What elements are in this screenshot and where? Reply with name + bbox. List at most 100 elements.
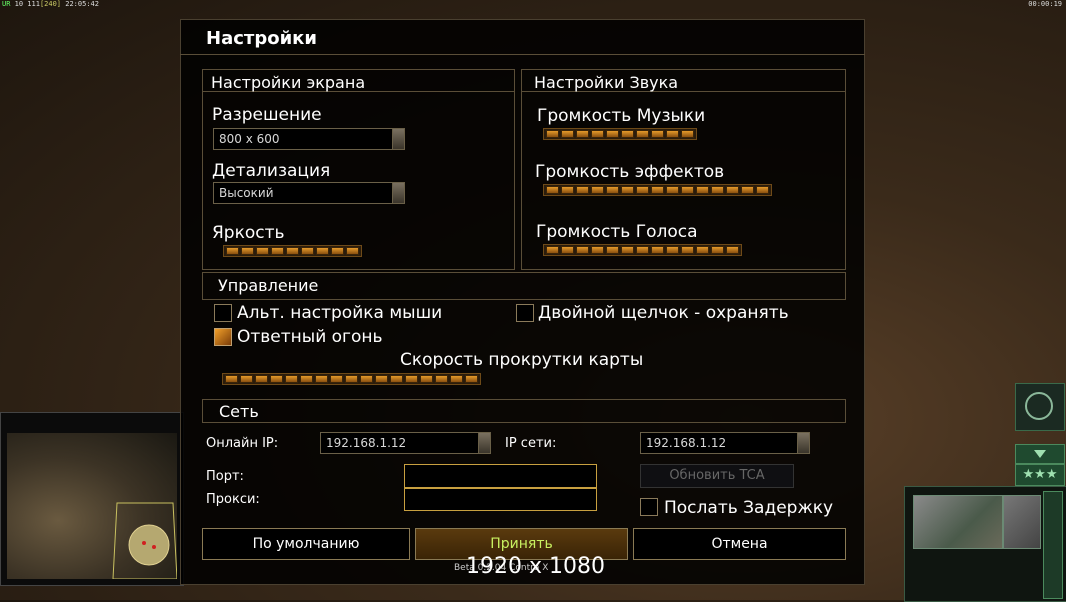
slider-segment xyxy=(346,247,359,255)
unit-portrait-secondary[interactable] xyxy=(1003,495,1041,549)
voice-volume-label: Громкость Голоса xyxy=(536,222,698,242)
hud-clock: 22:05:42 xyxy=(65,0,99,8)
hud-stats: UR 10 111[240] 22:05:42 xyxy=(2,0,99,8)
online-ip-select[interactable]: 192.168.1.12 xyxy=(320,432,491,454)
slider-segment xyxy=(546,130,559,138)
slider-segment xyxy=(576,186,589,194)
slider-segment xyxy=(546,246,559,254)
brightness-label: Яркость xyxy=(212,223,285,243)
chevron-down-icon xyxy=(1034,450,1046,458)
resolution-value: 800 x 600 xyxy=(219,132,280,146)
screen-settings-title: Настройки экрана xyxy=(211,73,366,92)
voice-volume-slider[interactable] xyxy=(543,244,742,256)
slider-segment xyxy=(241,247,254,255)
double-click-checkbox[interactable] xyxy=(516,304,534,322)
resolution-label: Разрешение xyxy=(212,105,322,125)
slider-segment xyxy=(225,375,238,383)
slider-segment xyxy=(621,186,634,194)
slider-segment xyxy=(226,247,239,255)
slider-segment xyxy=(621,246,634,254)
slider-segment xyxy=(636,186,649,194)
resolution-select[interactable]: 800 x 600 xyxy=(213,128,405,150)
cancel-button[interactable]: Отмена xyxy=(633,528,846,560)
slider-segment xyxy=(621,130,634,138)
slider-segment xyxy=(271,247,284,255)
slider-segment xyxy=(270,375,283,383)
slider-segment xyxy=(741,186,754,194)
sound-settings-title: Настройки Звука xyxy=(534,73,679,92)
alt-mouse-checkbox[interactable] xyxy=(214,304,232,322)
scroll-speed-slider[interactable] xyxy=(222,373,481,385)
lan-ip-value: 192.168.1.12 xyxy=(646,436,727,450)
rank-stars-button[interactable]: ★★★ xyxy=(1015,464,1065,486)
dropdown-arrow-icon xyxy=(392,129,404,149)
upgrade-column xyxy=(1043,491,1063,599)
slider-segment xyxy=(390,375,403,383)
slider-segment xyxy=(546,186,559,194)
slider-segment xyxy=(726,186,739,194)
slider-segment xyxy=(606,186,619,194)
alt-mouse-label: Альт. настройка мыши xyxy=(237,303,443,323)
slider-segment xyxy=(606,246,619,254)
slider-segment xyxy=(636,130,649,138)
slider-segment xyxy=(285,375,298,383)
slider-segment xyxy=(651,130,664,138)
slider-segment xyxy=(681,130,694,138)
slider-segment xyxy=(240,375,253,383)
slider-segment xyxy=(591,186,604,194)
slider-segment xyxy=(576,130,589,138)
unit-panel xyxy=(904,486,1066,602)
slider-segment xyxy=(756,186,769,194)
send-delay-checkbox[interactable] xyxy=(640,498,658,516)
dropdown-arrow-icon xyxy=(478,433,490,453)
slider-segment xyxy=(711,246,724,254)
slider-segment xyxy=(450,375,463,383)
proxy-label: Прокси: xyxy=(206,492,260,507)
dropdown-arrow-icon xyxy=(797,433,809,453)
hud-timer: 00:00:19 xyxy=(1028,0,1062,8)
slider-segment xyxy=(666,186,679,194)
effects-volume-slider[interactable] xyxy=(543,184,772,196)
minimap[interactable] xyxy=(0,412,184,586)
slider-segment xyxy=(316,247,329,255)
hud-prefix: UR xyxy=(2,0,11,8)
radar-button[interactable] xyxy=(1015,383,1065,431)
slider-segment xyxy=(300,375,313,383)
slider-segment xyxy=(606,130,619,138)
slider-segment xyxy=(636,246,649,254)
online-ip-value: 192.168.1.12 xyxy=(326,436,407,450)
minimap-overlay xyxy=(112,502,177,579)
music-volume-label: Громкость Музыки xyxy=(537,106,706,126)
return-fire-label: Ответный огонь xyxy=(237,327,383,347)
return-fire-checkbox[interactable] xyxy=(214,328,232,346)
detail-select[interactable]: Высокий xyxy=(213,182,405,204)
lan-ip-select[interactable]: 192.168.1.12 xyxy=(640,432,810,454)
music-volume-slider[interactable] xyxy=(543,128,697,140)
online-ip-label: Онлайн IP: xyxy=(206,436,279,451)
slider-segment xyxy=(420,375,433,383)
slider-segment xyxy=(651,246,664,254)
port-input[interactable] xyxy=(404,464,597,488)
update-tca-button[interactable]: Обновить TCA xyxy=(640,464,794,488)
slider-segment xyxy=(330,375,343,383)
slider-segment xyxy=(666,130,679,138)
slider-segment xyxy=(681,186,694,194)
slider-segment xyxy=(345,375,358,383)
defaults-button[interactable]: По умолчанию xyxy=(202,528,410,560)
double-click-label: Двойной щелчок - охранять xyxy=(538,303,789,323)
slider-segment xyxy=(681,246,694,254)
detail-value: Высокий xyxy=(219,186,274,200)
brightness-slider[interactable] xyxy=(223,245,362,257)
send-delay-label: Послать Задержку xyxy=(664,498,834,518)
port-label: Порт: xyxy=(206,469,244,484)
slider-segment xyxy=(256,247,269,255)
slider-segment xyxy=(561,186,574,194)
slider-segment xyxy=(375,375,388,383)
slider-segment xyxy=(696,186,709,194)
dialog-title: Настройки xyxy=(206,28,318,49)
proxy-input[interactable] xyxy=(404,488,597,511)
collapse-arrow-button[interactable] xyxy=(1015,444,1065,464)
unit-portrait[interactable] xyxy=(913,495,1003,549)
effects-volume-label: Громкость эффектов xyxy=(535,162,725,182)
control-title: Управление xyxy=(218,276,319,295)
